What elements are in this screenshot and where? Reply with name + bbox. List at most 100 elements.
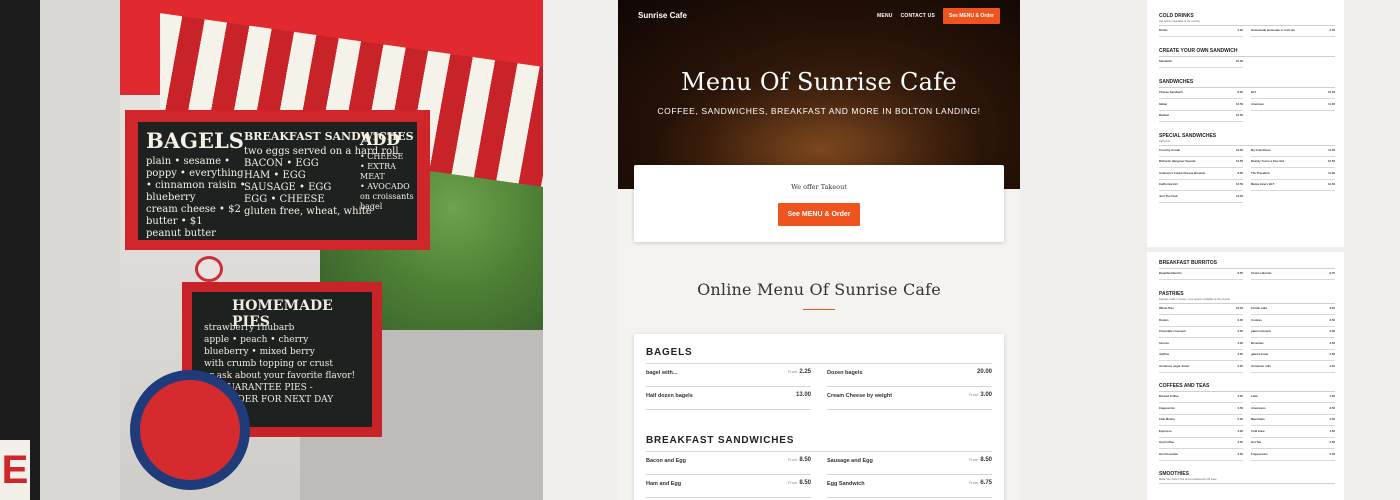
section-rule	[646, 451, 992, 452]
menu-row[interactable]: Andrews's Cream Cheese Brownie 8.50	[1159, 171, 1243, 181]
menu-row-price: 4.50	[1237, 405, 1243, 410]
menu-row[interactable]: Hot Chocolate 3.50	[1159, 452, 1243, 462]
menu-row[interactable]: Mama Jane's BLT 12.50	[1251, 182, 1335, 192]
menu-section-note: Half price	[1159, 139, 1170, 143]
menu-item[interactable]: Ham and Egg From 8.50	[646, 476, 811, 498]
takeout-text: We offer Takeout	[791, 183, 847, 191]
menu-row[interactable]: Cold brew 4.50	[1251, 429, 1335, 439]
menu-row[interactable]: Reuben 12.50	[1159, 113, 1243, 123]
menu-row-name: Espresso	[1159, 428, 1172, 433]
menu-row[interactable]: Cappuccino 4.50	[1159, 406, 1243, 416]
menu-row[interactable]: The President 11.00	[1251, 171, 1335, 181]
menu-row-name: Breakfast Burrito	[1159, 271, 1182, 275]
menu-row[interactable]: Cafe Mocha 5.00	[1159, 417, 1243, 427]
menu-row-price: 12.50	[1236, 147, 1243, 152]
menu-row[interactable]: cinnamon rolls 4.00	[1251, 364, 1335, 374]
menu-row-name: California Girl	[1159, 182, 1178, 186]
menu-section-note: Ask options available at the counter	[1159, 20, 1200, 23]
menu-row-rule	[1159, 448, 1243, 449]
item-name: Dozen bagels	[827, 370, 863, 376]
menu-row-rule	[1251, 279, 1335, 280]
sign-letter: E	[0, 440, 30, 500]
menu-row[interactable]: Chocolate croissant 3.50	[1159, 329, 1243, 339]
menu-row[interactable]: plain croissant 3.00	[1251, 329, 1335, 339]
menu-row[interactable]: Crunchy Gouda 12.50	[1159, 148, 1243, 158]
menu-row-rule	[1251, 348, 1335, 349]
menu-row[interactable]: Brewed Coffee 2.50	[1159, 394, 1243, 404]
menu-row[interactable]: Hot Tea 2.50	[1251, 440, 1335, 450]
menu-row[interactable]: Donuts 3.00	[1159, 318, 1243, 328]
menu-row[interactable]: Sandwich 10.50	[1159, 59, 1243, 69]
menu-section-rule	[1159, 268, 1335, 269]
menu-row[interactable]: BLT 10.00	[1251, 90, 1335, 100]
menu-row[interactable]: Crumb cake 3.50	[1251, 306, 1335, 316]
menu-row-price: 9.75	[1329, 271, 1335, 275]
site-brand[interactable]: Sunrise Cafe	[638, 11, 687, 20]
order-button[interactable]: See MENU & Order	[778, 203, 860, 226]
menu-row-price: 8.50	[1237, 170, 1243, 175]
menu-row[interactable]: Cheese Sandwich 8.00	[1159, 90, 1243, 100]
menu-row-name: Scones	[1159, 340, 1169, 345]
menu-item[interactable]: Half dozen bagels 13.00	[646, 388, 811, 410]
menu-row-name: Cappuccino	[1159, 405, 1176, 410]
menu-row[interactable]: Drinks 2.00	[1159, 28, 1243, 38]
menu-row[interactable]: Whole Pies 24.00	[1159, 306, 1243, 316]
menu-row[interactable]: Chorizo Burrito 9.75	[1251, 271, 1335, 281]
menu-row[interactable]: Macchiato 4.50	[1251, 417, 1335, 427]
menu-row[interactable]: Iced Coffee 3.50	[1159, 440, 1243, 450]
menu-row[interactable]: My Grandmere 11.50	[1251, 148, 1335, 158]
menu-row[interactable]: glazed donut 2.50	[1251, 352, 1335, 362]
item-name: Ham and Egg	[646, 481, 682, 487]
menu-row[interactable]: cinnamon sugar donut 2.25	[1159, 364, 1243, 374]
menu-row-price: 12.50	[1328, 182, 1335, 186]
hero-banner: Sunrise Cafe MENU CONTACT US See MENU & …	[618, 0, 1020, 189]
menu-row-rule	[1251, 178, 1335, 179]
menu-item[interactable]: Egg Sandwich From 6.75	[827, 476, 992, 498]
menu-item[interactable]: Dozen bagels 20.00	[827, 365, 992, 387]
nav-order-button[interactable]: See MENU & Order	[942, 8, 1000, 24]
menu-row[interactable]: Scones 3.00	[1159, 341, 1243, 351]
nav-menu-link[interactable]: MENU	[877, 13, 893, 19]
menu-row-price: 4.00	[1329, 363, 1335, 368]
menu-row[interactable]: Italian 12.50	[1159, 102, 1243, 112]
item-price: From 6.75	[968, 480, 992, 486]
menu-row[interactable]: Richards Hangover Special 13.50	[1159, 159, 1243, 169]
menu-row[interactable]: Cookies 2.50	[1251, 318, 1335, 328]
menu-row[interactable]: American 11.00	[1251, 102, 1335, 112]
menu-row-rule	[1251, 36, 1335, 37]
menu-row[interactable]: Espresso 3.00	[1159, 429, 1243, 439]
item-name: Egg Sandwich	[827, 481, 865, 487]
menu-item[interactable]: Sausage and Egg From 8.50	[827, 453, 992, 475]
menu-row[interactable]: Homemade lemonade or iced tea 2.50	[1251, 28, 1335, 38]
menu-row[interactable]: muffins 3.00	[1159, 352, 1243, 362]
menu-item[interactable]: Cream Cheese by weight From 3.00	[827, 388, 992, 410]
menu-row-price: 3.50	[1237, 440, 1243, 444]
menu-row-name: Hot Tea	[1251, 440, 1262, 444]
menu-row[interactable]: Frappuccino 5.50	[1251, 452, 1335, 462]
menu-row[interactable]: Join The Club 13.50	[1159, 194, 1243, 204]
item-price: From 8.50	[968, 457, 992, 463]
menu-row[interactable]: California Girl 12.50	[1159, 182, 1243, 192]
menu-item[interactable]: Bacon and Egg From 8.50	[646, 453, 811, 475]
menu-row-price: 4.50	[1329, 428, 1335, 433]
menu-row[interactable]: Breakfast Burrito 8.50	[1159, 271, 1243, 281]
menu-row-name: Cheese Sandwich	[1159, 90, 1183, 94]
menu-row[interactable]: Brandy You're a Fine Girl 12.50	[1251, 159, 1335, 169]
menu-row-name: Join The Club	[1159, 193, 1178, 198]
menu-row[interactable]: Brownies 3.50	[1251, 341, 1335, 351]
menu-item[interactable]: bagel with... From 2.25	[646, 365, 811, 387]
menu-section-title: SPECIAL SANDWICHES	[1159, 132, 1217, 139]
nav-contact-link[interactable]: CONTACT US	[901, 13, 935, 19]
menu-section-rule	[1159, 87, 1335, 88]
website-page: Sunrise Cafe MENU CONTACT US See MENU & …	[618, 0, 1020, 500]
menu-row-price: 2.50	[1329, 352, 1335, 356]
takeout-card: We offer Takeout See MENU & Order	[634, 165, 1004, 242]
menu-screenshot-bottom: BREAKFAST BURRITOS Breakfast Burrito 8.50 C…	[1147, 252, 1344, 500]
menu-row-rule	[1159, 402, 1243, 403]
menu-row-rule	[1251, 325, 1335, 326]
menu-row-price: 3.50	[1237, 451, 1243, 456]
menu-row-name: Richards Hangover Special	[1159, 159, 1196, 163]
menu-row[interactable]: Latte 4.50	[1251, 394, 1335, 404]
menu-row[interactable]: Americano 3.50	[1251, 406, 1335, 416]
item-price: From 3.00	[968, 392, 992, 398]
